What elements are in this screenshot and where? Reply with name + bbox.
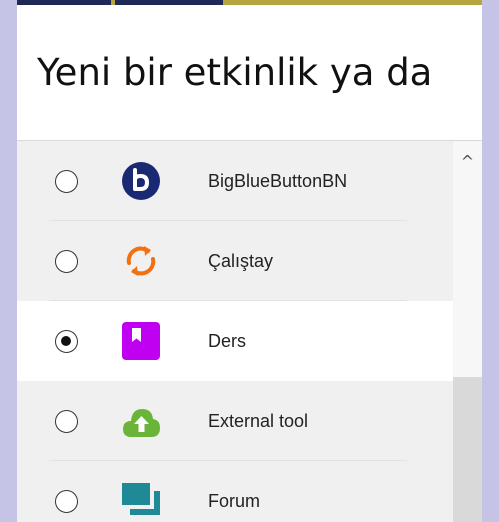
- activity-label: External tool: [208, 410, 309, 431]
- activity-option-bigbluebutton[interactable]: BigBlueButtonBN: [17, 141, 453, 221]
- radio-button[interactable]: [55, 249, 78, 273]
- radio-button[interactable]: [55, 169, 78, 193]
- activity-label: Ders: [208, 330, 247, 351]
- activity-list: BigBlueButtonBN Çalıştay Ders External t…: [17, 141, 453, 522]
- scrollbar-thumb[interactable]: [453, 377, 482, 522]
- dialog-title: Yeni bir etkinlik ya da: [37, 51, 433, 94]
- radio-button[interactable]: [55, 409, 78, 433]
- activity-label: Forum: [208, 490, 261, 511]
- activity-label: Çalıştay: [208, 250, 274, 271]
- activity-option-external-tool[interactable]: External tool: [17, 381, 453, 461]
- radio-dot: [61, 335, 71, 346]
- activity-option-forum[interactable]: Forum: [17, 461, 453, 522]
- scrollbar[interactable]: ^: [453, 141, 482, 522]
- forum-icon: [122, 483, 160, 515]
- activity-label: BigBlueButtonBN: [208, 170, 348, 191]
- activity-chooser-dialog: Yeni bir etkinlik ya da BigBlueButtonBN …: [17, 5, 482, 522]
- radio-button[interactable]: [55, 489, 78, 513]
- activity-option-lesson[interactable]: Ders: [17, 301, 453, 381]
- activity-option-workshop[interactable]: Çalıştay: [17, 221, 453, 301]
- scroll-up-arrow[interactable]: ^: [453, 141, 482, 181]
- external-tool-icon: [123, 409, 160, 437]
- lesson-icon: [122, 322, 160, 360]
- bigbluebutton-icon: [122, 162, 160, 200]
- workshop-icon: [126, 246, 156, 276]
- radio-button-checked[interactable]: [55, 329, 78, 353]
